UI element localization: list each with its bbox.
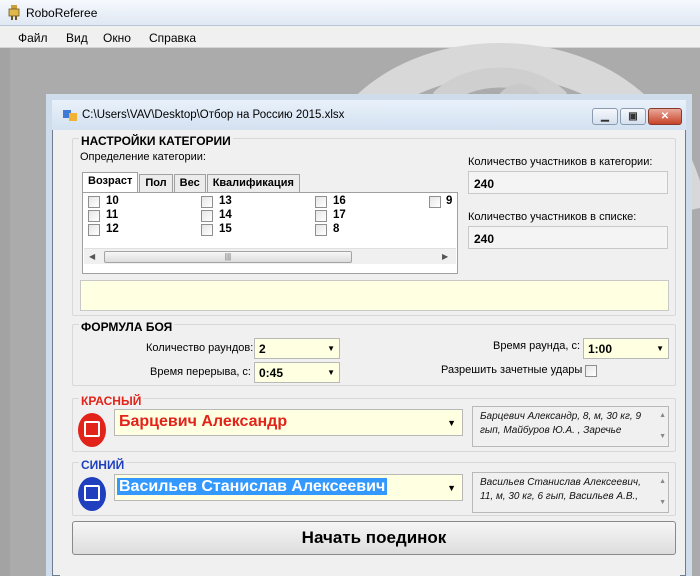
scroll-down-icon[interactable]: ▼ — [659, 430, 666, 444]
chevron-down-icon: ▼ — [447, 418, 456, 428]
blue-corner-title: СИНИЙ — [79, 458, 127, 472]
age-label-8: 8 — [333, 223, 340, 235]
age-label-14: 14 — [219, 209, 232, 221]
scoring-label: Разрешить зачетные удары — [441, 364, 583, 376]
app-title: RoboReferee — [26, 6, 98, 20]
tab-weight[interactable]: Вес — [173, 174, 206, 192]
blue-fighter-select[interactable]: Васильев Станислав Алексеевич ▼ — [114, 474, 463, 501]
age-checkbox-13[interactable] — [201, 196, 213, 208]
red-corner-title: КРАСНЫЙ — [79, 394, 144, 408]
category-settings-title: НАСТРОЙКИ КАТЕГОРИИ — [79, 134, 233, 148]
tab-age[interactable]: Возраст — [82, 172, 139, 192]
category-notes-field[interactable] — [80, 280, 669, 311]
category-tabs: Возраст Пол Вес Квалификация — [82, 172, 301, 192]
chevron-down-icon: ▼ — [327, 344, 335, 353]
scoring-checkbox[interactable] — [585, 365, 597, 377]
round-time-select[interactable]: 1:00 ▼ — [583, 338, 669, 359]
age-checkbox-10[interactable] — [88, 196, 100, 208]
blue-fighter-info-text: Васильев Станислав Алексеевич, 11, м, 30… — [480, 477, 641, 502]
age-checkbox-15[interactable] — [201, 224, 213, 236]
red-helmet-icon — [78, 413, 106, 447]
menu-view[interactable]: Вид — [66, 31, 88, 45]
blue-helmet-icon — [78, 477, 106, 511]
age-checkbox-8[interactable] — [315, 224, 327, 236]
blue-fighter-info: Васильев Станислав Алексеевич, 11, м, 30… — [472, 472, 669, 513]
minimize-button[interactable]: ▁ — [592, 108, 618, 125]
break-value: 0:45 — [259, 366, 284, 380]
count-in-list-field: 240 — [468, 226, 668, 249]
break-label: Время перерыва, с: — [150, 366, 251, 378]
tab-gender[interactable]: Пол — [139, 174, 173, 192]
window-app-icon — [63, 110, 77, 121]
minimize-icon: ▁ — [601, 111, 609, 122]
chevron-down-icon: ▼ — [656, 344, 664, 353]
age-label-13: 13 — [219, 195, 232, 207]
scroll-down-icon[interactable]: ▼ — [659, 496, 666, 510]
red-fighter-info-text: Барцевич Александр, 8, м, 30 кг, 9 гып, … — [480, 411, 642, 436]
round-time-value: 1:00 — [588, 342, 613, 356]
age-label-17: 17 — [333, 209, 346, 221]
age-checkbox-12[interactable] — [88, 224, 100, 236]
app-titlebar — [0, 0, 700, 26]
close-icon: ✕ — [660, 111, 670, 122]
age-label-16: 16 — [333, 195, 346, 207]
tab-qualification[interactable]: Квалификация — [206, 174, 300, 192]
red-fighter-info: Барцевич Александр, 8, м, 30 кг, 9 гып, … — [472, 406, 669, 447]
category-definition-label: Определение категории: — [80, 151, 206, 163]
age-checkbox-16[interactable] — [315, 196, 327, 208]
document-title: C:\Users\VAV\Desktop\Отбор на Россию 201… — [82, 109, 345, 121]
age-checkbox-11[interactable] — [88, 210, 100, 222]
age-checkbox-17[interactable] — [315, 210, 327, 222]
age-label-9: 9 — [446, 195, 453, 207]
rounds-select[interactable]: 2 ▼ — [254, 338, 340, 359]
maximize-icon: ▣ — [628, 111, 638, 122]
app-logo-icon — [8, 5, 20, 20]
menu-window[interactable]: Окно — [103, 31, 131, 45]
scroll-left-icon[interactable]: ◀ — [89, 252, 95, 261]
scroll-up-icon[interactable]: ▲ — [659, 409, 666, 423]
age-label-12: 12 — [106, 223, 119, 235]
scroll-right-icon[interactable]: ▶ — [442, 252, 448, 261]
chevron-down-icon: ▼ — [327, 368, 335, 377]
red-fighter-select[interactable]: Барцевич Александр ▼ — [114, 409, 463, 436]
menu-file[interactable]: Файл — [18, 31, 48, 45]
break-select[interactable]: 0:45 ▼ — [254, 362, 340, 383]
fight-formula-title: ФОРМУЛА БОЯ — [79, 320, 175, 334]
age-label-11: 11 — [106, 209, 119, 221]
red-fighter-name: Барцевич Александр — [119, 413, 288, 430]
chevron-down-icon: ▼ — [447, 483, 456, 493]
close-button[interactable]: ✕ — [648, 108, 682, 125]
round-time-label: Время раунда, с: — [493, 340, 581, 352]
count-in-category-field: 240 — [468, 171, 668, 194]
scrollbar-thumb[interactable]: ||| — [104, 251, 352, 263]
rounds-value: 2 — [259, 342, 266, 356]
menu-help[interactable]: Справка — [149, 31, 196, 45]
age-checkbox-9[interactable] — [429, 196, 441, 208]
age-list-hscrollbar[interactable]: ◀ ||| ▶ — [84, 248, 456, 264]
age-checkbox-14[interactable] — [201, 210, 213, 222]
age-label-10: 10 — [106, 195, 119, 207]
blue-fighter-name: Васильев Станислав Алексеевич — [117, 478, 388, 495]
start-fight-button[interactable]: Начать поединок — [72, 521, 676, 555]
count-in-list-label: Количество участников в списке: — [468, 211, 637, 223]
rounds-label: Количество раундов: — [146, 342, 254, 354]
age-label-15: 15 — [219, 223, 232, 235]
scroll-up-icon[interactable]: ▲ — [659, 475, 666, 489]
count-in-category-label: Количество участников в категории: — [468, 156, 653, 168]
maximize-button[interactable]: ▣ — [620, 108, 646, 125]
